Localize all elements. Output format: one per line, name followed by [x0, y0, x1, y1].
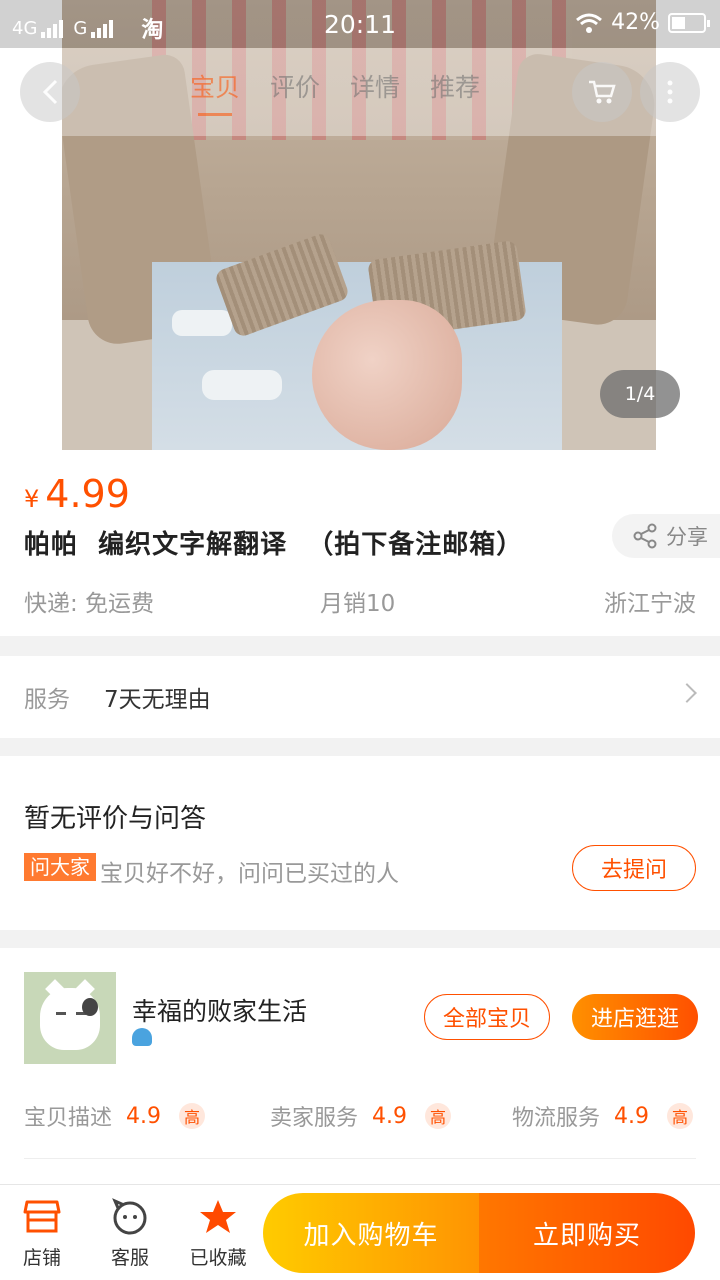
- service-chat-icon: [110, 1197, 150, 1237]
- store-icon: [22, 1197, 62, 1237]
- product-title: 帕帕 编织文字解翻译 （拍下备注邮箱）: [24, 530, 524, 560]
- monthly-sales: 月销10: [320, 591, 396, 617]
- ask-prompt: 宝贝好不好，问问已买过的人: [100, 861, 399, 887]
- ask-everyone-tag: 问大家: [24, 853, 96, 881]
- image-counter: 1/4: [600, 370, 680, 418]
- tab-details[interactable]: 详情: [350, 68, 400, 116]
- price-value: 4.99: [45, 472, 130, 516]
- shop-name[interactable]: 幸福的败家生活: [132, 992, 307, 1028]
- top-navigation: 宝贝 评价 详情 推荐: [0, 48, 720, 136]
- battery-icon: [668, 12, 710, 33]
- all-items-button[interactable]: 全部宝贝: [424, 994, 550, 1040]
- currency-symbol: ¥: [24, 485, 40, 513]
- chevron-left-icon: [42, 79, 58, 105]
- shop-level-icon: [132, 1028, 152, 1046]
- tab-item[interactable]: 宝贝: [190, 68, 240, 116]
- rating-label: 物流服务: [512, 1106, 601, 1131]
- buy-now-button[interactable]: 立即购买: [479, 1193, 695, 1273]
- favorite-button[interactable]: 已收藏: [178, 1197, 258, 1270]
- shop-avatar[interactable]: [24, 972, 116, 1064]
- status-bar: 4G G 淘 20:11 42%: [0, 0, 720, 48]
- share-icon: [633, 523, 657, 549]
- rating-seller-service: 卖家服务 4.9 高: [270, 1100, 452, 1132]
- store-label: 店铺: [22, 1247, 61, 1269]
- tab-reviews[interactable]: 评价: [270, 68, 320, 116]
- customer-service-label: 客服: [110, 1247, 149, 1269]
- battery-percent: 42%: [611, 10, 660, 35]
- wifi-icon: [576, 13, 603, 33]
- product-page: 1/4 4G G 淘 20:11 42% 宝贝 评价 详情 推荐 ¥ 4.99 …: [0, 0, 720, 1280]
- more-icon: [667, 80, 673, 104]
- ship-from-location: 浙江宁波: [604, 591, 696, 617]
- star-icon: [198, 1197, 238, 1237]
- rating-level-badge: 高: [667, 1103, 694, 1129]
- add-to-cart-button[interactable]: 加入购物车: [263, 1193, 479, 1273]
- customer-service-button[interactable]: 客服: [90, 1197, 170, 1270]
- store-button[interactable]: 店铺: [2, 1197, 82, 1270]
- back-button[interactable]: [20, 62, 80, 122]
- reviews-heading: 暂无评价与问答: [24, 804, 207, 834]
- share-label: 分享: [666, 525, 708, 549]
- service-value: 7天无理由: [104, 687, 211, 713]
- favorite-label: 已收藏: [189, 1247, 247, 1269]
- cart-button[interactable]: [572, 62, 632, 122]
- ask-question-button[interactable]: 去提问: [572, 845, 696, 891]
- rating-level-badge: 高: [179, 1103, 206, 1129]
- product-info: ¥ 4.99 帕帕 编织文字解翻译 （拍下备注邮箱） 分享 快递: 免运费 月销…: [0, 452, 720, 636]
- bottom-action-bar: 店铺 客服 已收藏 加入购物车 立即购买: [0, 1184, 720, 1280]
- rating-score: 4.9: [372, 1103, 408, 1129]
- service-label: 服务: [24, 687, 70, 713]
- cart-icon: [589, 80, 616, 104]
- rating-label: 卖家服务: [270, 1106, 359, 1131]
- more-button[interactable]: [640, 62, 700, 122]
- shipping-info: 快递: 免运费: [24, 591, 155, 617]
- chevron-right-icon: [677, 683, 697, 703]
- rating-description: 宝贝描述 4.9 高: [24, 1100, 206, 1132]
- price: ¥ 4.99: [24, 472, 130, 516]
- shop-ratings: 宝贝描述 4.9 高 卖家服务 4.9 高 物流服务 4.9 高: [0, 1100, 720, 1132]
- rating-score: 4.9: [126, 1103, 162, 1129]
- rating-score: 4.9: [614, 1103, 650, 1129]
- service-row[interactable]: 服务 7天无理由: [0, 656, 720, 738]
- reviews-section: 暂无评价与问答 问大家 宝贝好不好，问问已买过的人 去提问: [0, 756, 720, 930]
- share-button[interactable]: 分享: [612, 514, 720, 558]
- divider: [24, 1158, 696, 1159]
- tab-recommend[interactable]: 推荐: [430, 68, 480, 116]
- section-tabs: 宝贝 评价 详情 推荐: [190, 68, 480, 116]
- shop-section: 幸福的败家生活 全部宝贝 进店逛逛 宝贝描述 4.9 高 卖家服务 4.9 高 …: [0, 948, 720, 1184]
- rating-label: 宝贝描述: [24, 1106, 113, 1131]
- rating-level-badge: 高: [425, 1103, 452, 1129]
- rating-logistics: 物流服务 4.9 高: [512, 1100, 694, 1132]
- enter-shop-button[interactable]: 进店逛逛: [572, 994, 698, 1040]
